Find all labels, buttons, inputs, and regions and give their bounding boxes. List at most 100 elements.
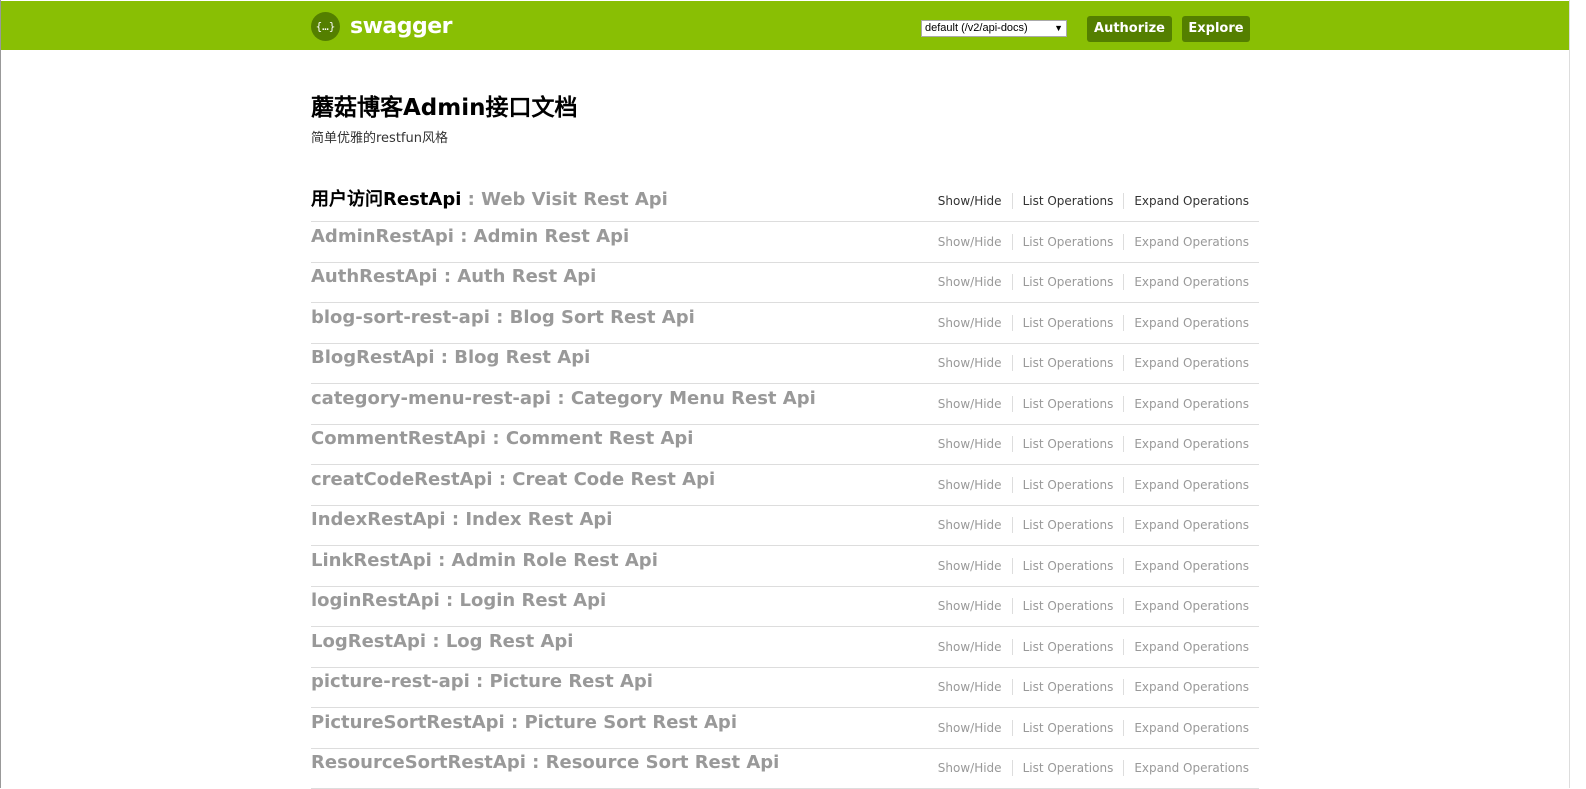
list-operations-link[interactable]: List Operations [1013, 719, 1125, 736]
resource-tag[interactable]: ResourceSortRestApi [311, 752, 526, 773]
list-operations-link[interactable]: List Operations [1013, 598, 1125, 614]
list-operations-link[interactable]: List Operations [1013, 760, 1125, 776]
expand-operations-link[interactable]: Expand Operations [1124, 315, 1259, 331]
resource-heading[interactable]: LogRestApi : Log Rest Api [311, 631, 573, 652]
show-hide-link[interactable]: Show/Hide [928, 355, 1013, 371]
resource-heading[interactable]: blog-sort-rest-api : Blog Sort Rest Api [311, 307, 695, 328]
show-hide-link[interactable]: Show/Hide [928, 233, 1013, 250]
show-hide-link[interactable]: Show/Hide [928, 557, 1013, 574]
resource-desc: : Category Menu Rest Api [551, 387, 816, 409]
show-hide-link[interactable]: Show/Hide [928, 679, 1013, 695]
expand-operations-link[interactable]: Expand Operations [1124, 760, 1259, 776]
resource-tag[interactable]: picture-rest-api [311, 671, 470, 692]
list-operations-link[interactable]: List Operations [1013, 233, 1125, 250]
expand-operations-link[interactable]: Expand Operations [1124, 396, 1259, 412]
top-bar: {…} swagger default (/v2/api-docs) ▼ Auth… [1, 1, 1569, 50]
expand-operations-link[interactable]: Expand Operations [1124, 234, 1259, 250]
resource-row: blog-sort-rest-api : Blog Sort Rest Api … [311, 303, 1259, 344]
resource-heading[interactable]: 用户访问RestApi : Web Visit Rest Api [311, 185, 668, 211]
resource-heading[interactable]: BlogRestApi : Blog Rest Api [311, 347, 590, 368]
show-hide-link[interactable]: Show/Hide [928, 638, 1013, 655]
authorize-button[interactable]: Authorize [1087, 16, 1172, 42]
resource-tag[interactable]: AdminRestApi [311, 226, 454, 247]
spec-select[interactable]: default (/v2/api-docs) ▼ [921, 20, 1067, 37]
resource-desc: : Comment Rest Api [486, 428, 694, 449]
expand-operations-link[interactable]: Expand Operations [1124, 517, 1259, 533]
resource-tag[interactable]: LinkRestApi [311, 550, 432, 571]
resource-desc: : Resource Sort Rest Api [525, 752, 780, 773]
expand-operations-link[interactable]: Expand Operations [1124, 274, 1259, 290]
scrollbar[interactable] [1569, 0, 1586, 788]
expand-operations-link[interactable]: Expand Operations [1124, 639, 1259, 655]
resource-row: PictureSortRestApi : Picture Sort Rest A… [311, 708, 1259, 749]
resource-tag[interactable]: IndexRestApi [311, 509, 446, 530]
show-hide-link[interactable]: Show/Hide [928, 436, 1013, 452]
resource-ops: Show/Hide List Operations Expand Operation… [928, 314, 1259, 331]
resource-ops: Show/Hide List Operations Expand Operation… [928, 638, 1259, 655]
resource-heading[interactable]: loginRestApi : Login Rest Api [311, 590, 606, 611]
resource-heading[interactable]: creatCodeRestApi : Creat Code Rest Api [311, 469, 715, 490]
resource-tag[interactable]: BlogRestApi [311, 347, 435, 368]
expand-operations-link[interactable]: Expand Operations [1124, 679, 1259, 695]
logo-text: swagger [350, 14, 453, 39]
list-operations-link[interactable]: List Operations [1013, 638, 1125, 655]
resource-desc: : Index Rest Api [445, 509, 613, 530]
show-hide-link[interactable]: Show/Hide [928, 193, 1013, 209]
resource-desc: : Admin Rest Api [453, 225, 630, 247]
resource-row: ResourceSortRestApi : Resource Sort Rest… [311, 748, 1259, 789]
resource-desc: : Login Rest Api [439, 590, 607, 611]
show-hide-link[interactable]: Show/Hide [928, 719, 1013, 736]
expand-operations-link[interactable]: Expand Operations [1124, 436, 1259, 452]
expand-operations-link[interactable]: Expand Operations [1124, 558, 1259, 574]
list-operations-link[interactable]: List Operations [1013, 395, 1125, 412]
explore-button[interactable]: Explore [1182, 16, 1250, 42]
resource-heading[interactable]: PictureSortRestApi : Picture Sort Rest A… [311, 712, 737, 733]
show-hide-link[interactable]: Show/Hide [928, 314, 1013, 331]
expand-operations-link[interactable]: Expand Operations [1124, 720, 1259, 736]
expand-operations-link[interactable]: Expand Operations [1124, 193, 1259, 209]
resource-ops: Show/Hide List Operations Expand Operation… [928, 274, 1259, 290]
resource-heading[interactable]: IndexRestApi : Index Rest Api [311, 509, 612, 530]
resource-ops: Show/Hide List Operations Expand Operation… [928, 719, 1259, 736]
list-operations-link[interactable]: List Operations [1013, 436, 1125, 452]
show-hide-link[interactable]: Show/Hide [928, 395, 1013, 412]
list-operations-link[interactable]: List Operations [1013, 314, 1125, 331]
list-operations-link[interactable]: List Operations [1013, 355, 1125, 371]
resource-tag[interactable]: PictureSortRestApi [311, 712, 505, 733]
page-description: 简单优雅的restfun风格 [311, 131, 448, 146]
resource-tag[interactable]: creatCodeRestApi [311, 469, 493, 490]
resource-row: LogRestApi : Log Rest Api Show/Hide List … [311, 627, 1259, 668]
show-hide-link[interactable]: Show/Hide [928, 598, 1013, 614]
show-hide-link[interactable]: Show/Hide [928, 517, 1013, 533]
list-operations-link[interactable]: List Operations [1013, 517, 1125, 533]
show-hide-link[interactable]: Show/Hide [928, 274, 1013, 290]
resource-heading[interactable]: ResourceSortRestApi : Resource Sort Rest… [311, 752, 779, 773]
resource-tag[interactable]: loginRestApi [311, 590, 440, 611]
list-operations-link[interactable]: List Operations [1013, 193, 1125, 209]
resource-heading[interactable]: AdminRestApi : Admin Rest Api [311, 226, 629, 247]
resource-tag[interactable]: AuthRestApi [311, 266, 438, 287]
list-operations-link[interactable]: List Operations [1013, 557, 1125, 574]
list-operations-link[interactable]: List Operations [1013, 476, 1125, 493]
resource-heading[interactable]: AuthRestApi : Auth Rest Api [311, 266, 596, 287]
resource-tag[interactable]: blog-sort-rest-api [311, 307, 490, 328]
resource-ops: Show/Hide List Operations Expand Operation… [928, 598, 1259, 614]
show-hide-link[interactable]: Show/Hide [928, 476, 1013, 493]
list-operations-link[interactable]: List Operations [1013, 679, 1125, 695]
expand-operations-link[interactable]: Expand Operations [1124, 598, 1259, 614]
resource-heading[interactable]: category-menu-rest-api : Category Menu R… [311, 388, 816, 409]
resource-heading[interactable]: CommentRestApi : Comment Rest Api [311, 428, 693, 449]
resource-tag[interactable]: LogRestApi [311, 631, 426, 652]
expand-operations-link[interactable]: Expand Operations [1124, 355, 1259, 371]
resource-tag[interactable]: CommentRestApi [311, 428, 486, 449]
expand-operations-link[interactable]: Expand Operations [1124, 477, 1259, 493]
resource-desc: : Picture Rest Api [469, 671, 653, 692]
resource-heading[interactable]: LinkRestApi : Admin Role Rest Api [311, 550, 658, 571]
show-hide-link[interactable]: Show/Hide [928, 760, 1013, 776]
resource-tag[interactable]: category-menu-rest-api [311, 388, 551, 409]
resource-ops: Show/Hide List Operations Expand Operation… [928, 395, 1259, 412]
swagger-logo[interactable]: {…} swagger [311, 12, 453, 41]
list-operations-link[interactable]: List Operations [1013, 274, 1125, 290]
resource-tag[interactable]: 用户访问RestApi [311, 189, 461, 210]
resource-heading[interactable]: picture-rest-api : Picture Rest Api [311, 671, 653, 692]
